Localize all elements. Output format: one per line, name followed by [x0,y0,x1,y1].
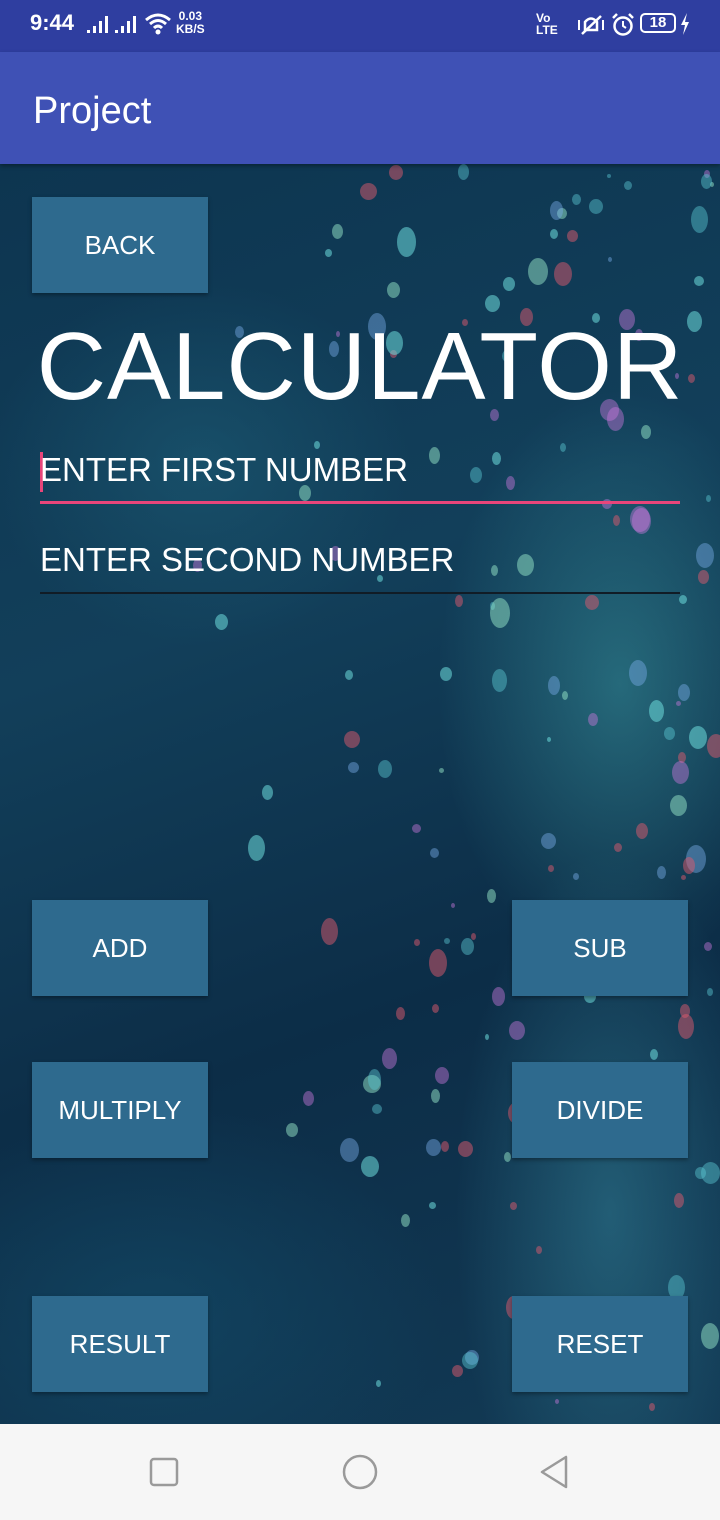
multiply-button[interactable]: MULTIPLY [32,1062,208,1158]
app-title: Project [33,90,152,132]
divide-button[interactable]: DIVIDE [512,1062,688,1158]
charging-icon [681,13,689,35]
page-title: CALCULATOR [36,313,684,420]
calculator-screen: BACK CALCULATOR ENTER FIRST NUMBER ENTER… [0,164,720,1424]
app-bar: Project [0,52,720,164]
back-nav-icon[interactable] [536,1452,576,1492]
volte-line2: LTE [536,23,558,37]
second-number-field[interactable]: ENTER SECOND NUMBER [40,534,680,594]
status-bar: 9:44 0.03 KB/S Vo LTE 18 [0,0,720,52]
second-number-underline [40,592,680,594]
first-number-placeholder: ENTER FIRST NUMBER [40,451,408,488]
volte-icon: Vo LTE [536,12,558,36]
first-number-underline [40,501,680,504]
vibrate-icon [578,15,604,35]
signal-icon [115,16,136,33]
back-button[interactable]: BACK [32,197,208,293]
sub-button[interactable]: SUB [512,900,688,996]
wifi-icon [145,13,171,35]
network-speed: 0.03 KB/S [176,10,205,36]
battery-icon: 18 [640,13,676,33]
alarm-icon [612,13,634,36]
second-number-placeholder: ENTER SECOND NUMBER [40,541,455,578]
result-button[interactable]: RESULT [32,1296,208,1392]
first-number-field[interactable]: ENTER FIRST NUMBER [40,444,680,504]
navigation-bar [0,1424,720,1520]
home-icon[interactable] [340,1452,380,1492]
network-speed-unit: KB/S [176,22,205,36]
reset-button[interactable]: RESET [512,1296,688,1392]
signal-icon [87,16,108,33]
status-time: 9:44 [30,10,75,35]
add-button[interactable]: ADD [32,900,208,996]
recents-icon[interactable] [144,1452,184,1492]
